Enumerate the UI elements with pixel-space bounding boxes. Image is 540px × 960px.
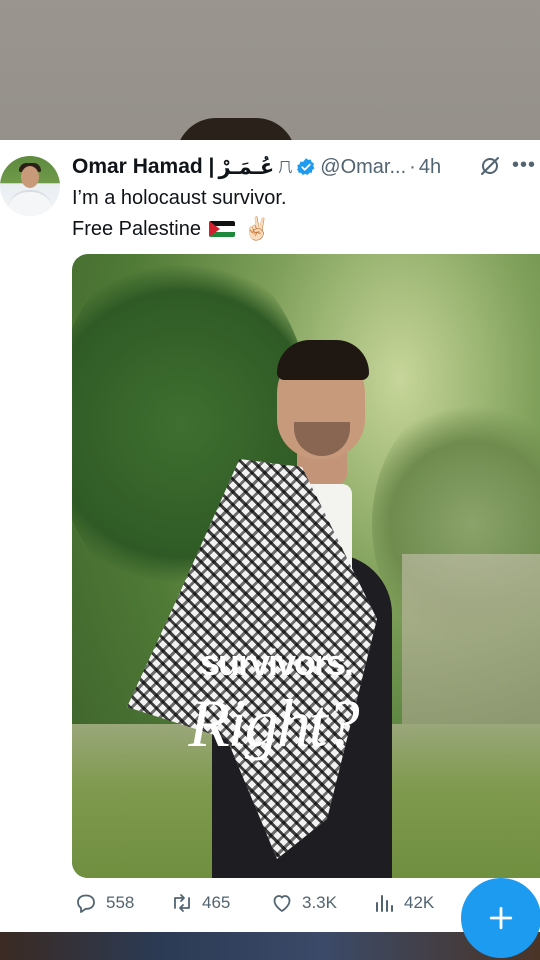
heart-icon [273, 895, 291, 912]
like-button[interactable]: 3.3K [270, 890, 337, 916]
avatar-face [21, 166, 39, 188]
tweet-header: Omar Hamad | عُـمَـرْ ⺇ @Omar... · 4h ••… [72, 152, 540, 182]
background-bottom [0, 930, 540, 960]
tweet-text-line1: I’m a holocaust survivor. [72, 187, 287, 209]
tweet-text-line2: Free Palestine ✌🏻 [72, 216, 270, 242]
more-icon[interactable]: ••• [512, 154, 538, 178]
avatar[interactable] [0, 156, 60, 216]
compose-plus-icon [489, 906, 513, 930]
repost-button[interactable]: 465 [170, 890, 230, 916]
reply-count: 558 [106, 893, 135, 912]
avatar-body [8, 190, 52, 216]
repost-icon [174, 894, 190, 912]
image-overlay-right: Right? [188, 685, 359, 761]
palestine-flag-icon [208, 221, 235, 237]
grok-icon[interactable] [478, 154, 502, 178]
display-name-arabic[interactable]: عُـمَـرْ [218, 155, 274, 180]
name-symbol: ⺇ [278, 159, 293, 175]
views-icon [376, 895, 393, 912]
tweet-image[interactable]: survivors. Right? [72, 254, 540, 878]
repost-count: 465 [202, 893, 231, 912]
image-overlay-survivors: survivors. [199, 642, 354, 683]
tweet-text-free-palestine: Free Palestine [72, 217, 201, 240]
views-button[interactable]: 42K [372, 890, 434, 916]
like-count: 3.3K [302, 893, 337, 912]
handle[interactable]: @Omar... [320, 156, 406, 179]
timestamp[interactable]: 4h [419, 156, 441, 179]
photo-hair [277, 340, 369, 380]
views-count: 42K [404, 893, 435, 912]
display-name[interactable]: Omar Hamad | [72, 155, 214, 179]
compose-button[interactable] [461, 878, 540, 958]
tweet-card[interactable]: Omar Hamad | عُـمَـرْ ⺇ @Omar... · 4h ••… [0, 140, 540, 932]
reply-button[interactable]: 558 [74, 890, 134, 916]
victory-hand-icon: ✌🏻 [242, 216, 271, 241]
reply-icon [77, 894, 95, 913]
separator-dot: · [409, 155, 416, 178]
verified-badge-icon [297, 158, 315, 175]
